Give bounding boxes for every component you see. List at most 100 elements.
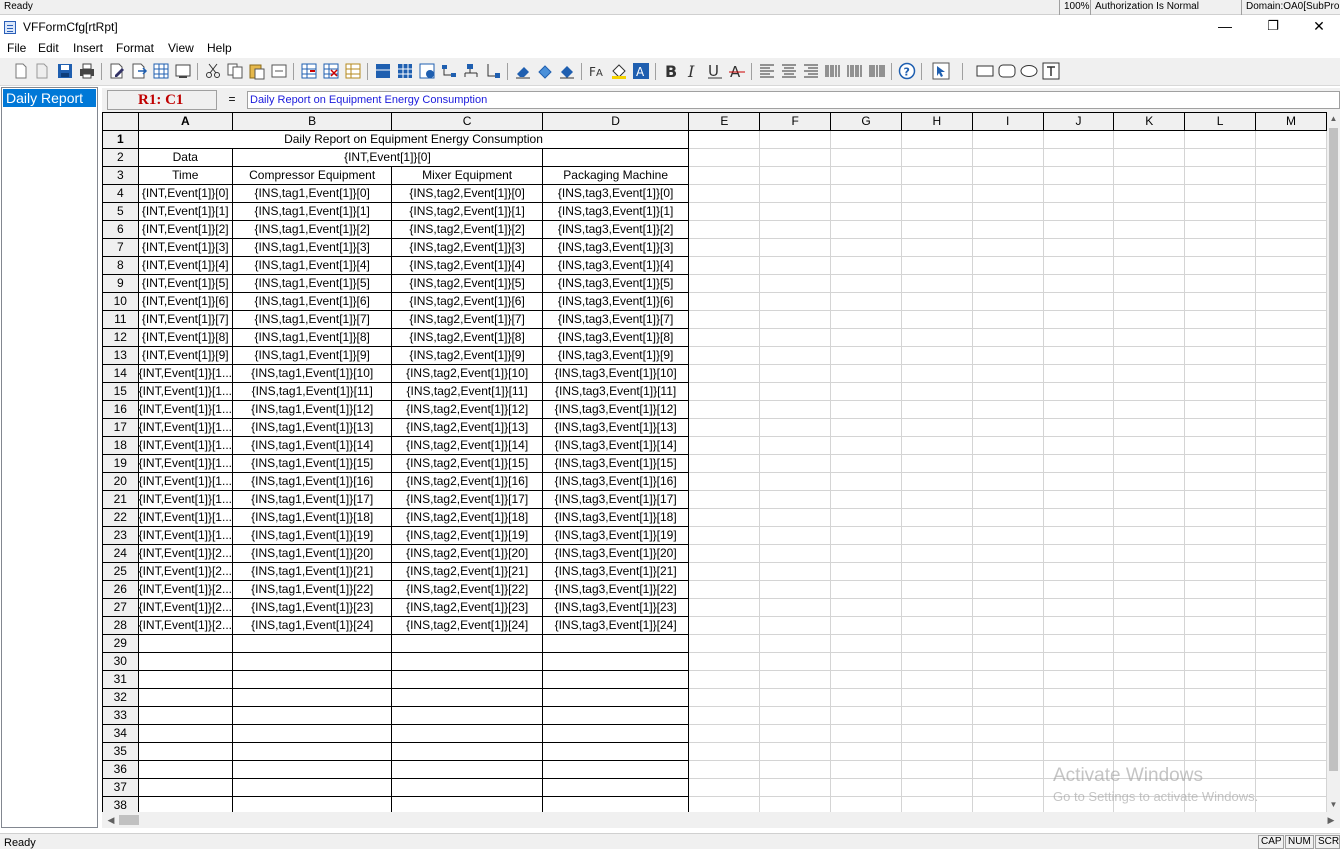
grid-cell[interactable]: [1255, 418, 1327, 437]
grid-cell[interactable]: [900, 508, 973, 527]
grid-cell[interactable]: [231, 652, 393, 671]
insert-row-icon[interactable]: [300, 62, 318, 80]
grid-cell[interactable]: [688, 598, 761, 617]
grid-cell[interactable]: [830, 472, 902, 491]
grid-cell[interactable]: [830, 616, 902, 635]
help-icon[interactable]: ?: [898, 62, 916, 80]
grid-cell[interactable]: {INT,Event[1]}[2...: [137, 580, 233, 599]
grid-cell[interactable]: {INS,tag2,Event[1]}[21]: [391, 562, 543, 581]
menu-insert[interactable]: Insert: [73, 41, 103, 55]
grid-cell[interactable]: [1113, 706, 1186, 725]
grid-cell[interactable]: [1113, 598, 1186, 617]
grid-cell[interactable]: [1113, 382, 1186, 401]
grid-cell[interactable]: [541, 724, 690, 743]
grid-cell[interactable]: [1184, 346, 1257, 365]
grid-cell[interactable]: {INS,tag2,Event[1]}[20]: [391, 544, 543, 563]
grid-cell[interactable]: [391, 760, 543, 779]
tree-icon[interactable]: [440, 62, 458, 80]
grid-cell[interactable]: [1042, 526, 1115, 545]
grid-cell[interactable]: [830, 328, 902, 347]
grid-cell[interactable]: [1113, 670, 1186, 689]
grid-cell[interactable]: [971, 130, 1044, 149]
grid-cell[interactable]: [759, 220, 832, 239]
grid-cell[interactable]: [1042, 634, 1115, 653]
grid-cell[interactable]: [1042, 238, 1115, 257]
grid-cell[interactable]: [541, 652, 690, 671]
grid-cell[interactable]: [971, 472, 1044, 491]
merge-icon[interactable]: [374, 62, 392, 80]
grid-cell[interactable]: {INS,tag1,Event[1]}[7]: [231, 310, 393, 329]
grid-cell[interactable]: {INS,tag3,Event[1]}[2]: [541, 220, 690, 239]
grid-cell[interactable]: [688, 220, 761, 239]
grid-cell[interactable]: [1255, 778, 1327, 797]
grid-cell[interactable]: {INS,tag3,Event[1]}[14]: [541, 436, 690, 455]
grid-cell[interactable]: [1113, 346, 1186, 365]
grid-cell[interactable]: [1184, 724, 1257, 743]
grid-cell[interactable]: {INT,Event[1]}[1]: [137, 202, 233, 221]
grid-cell[interactable]: [1255, 652, 1327, 671]
vertical-scroll-thumb[interactable]: [1329, 128, 1338, 771]
grid-cell[interactable]: {INT,Event[1]}[2...: [137, 598, 233, 617]
grid-cell[interactable]: [688, 202, 761, 221]
grid-cell[interactable]: [688, 454, 761, 473]
grid-cell[interactable]: [231, 742, 393, 761]
grid-cell[interactable]: {INS,tag1,Event[1]}[1]: [231, 202, 393, 221]
grid-cell[interactable]: [688, 724, 761, 743]
row-header[interactable]: 19: [102, 454, 139, 473]
row-header[interactable]: 5: [102, 202, 139, 221]
barcode3-icon[interactable]: [868, 62, 886, 80]
grid-cell[interactable]: [1184, 616, 1257, 635]
grid-cell[interactable]: [971, 436, 1044, 455]
grid-cell[interactable]: {INS,tag2,Event[1]}[18]: [391, 508, 543, 527]
grid-cell[interactable]: {INS,tag2,Event[1]}[14]: [391, 436, 543, 455]
grid-cell[interactable]: {INS,tag1,Event[1]}[17]: [231, 490, 393, 509]
grid-cell[interactable]: [137, 778, 233, 797]
grid-cell[interactable]: [137, 742, 233, 761]
grid-cell[interactable]: [830, 400, 902, 419]
grid-cell[interactable]: [1042, 562, 1115, 581]
grid-cell[interactable]: [759, 562, 832, 581]
grid-cell[interactable]: [1255, 328, 1327, 347]
grid-cell[interactable]: [971, 760, 1044, 779]
grid-cell[interactable]: [900, 130, 973, 149]
restore-button[interactable]: ❐: [1250, 15, 1296, 39]
formula-input[interactable]: Daily Report on Equipment Energy Consump…: [247, 91, 1340, 109]
grid-cell[interactable]: {INS,tag3,Event[1]}[0]: [541, 184, 690, 203]
grid-cell[interactable]: {INS,tag3,Event[1]}[7]: [541, 310, 690, 329]
grid-cell[interactable]: [900, 472, 973, 491]
grid-cell[interactable]: [900, 328, 973, 347]
rectangle-icon[interactable]: [976, 62, 994, 80]
grid-cell[interactable]: [1255, 634, 1327, 653]
grid-cell[interactable]: [688, 616, 761, 635]
column-header-i[interactable]: I: [971, 112, 1044, 131]
grid-cell[interactable]: [1184, 436, 1257, 455]
row-header[interactable]: 17: [102, 418, 139, 437]
grid-cell[interactable]: [1184, 274, 1257, 293]
grid-cell[interactable]: {INS,tag3,Event[1]}[23]: [541, 598, 690, 617]
grid-cell[interactable]: [900, 760, 973, 779]
grid-cell[interactable]: [830, 148, 902, 167]
grid-cell[interactable]: {INS,tag1,Event[1]}[8]: [231, 328, 393, 347]
grid-cell[interactable]: [971, 454, 1044, 473]
grid-cell[interactable]: [830, 202, 902, 221]
grid-cell[interactable]: [1184, 238, 1257, 257]
grid-cell[interactable]: [137, 724, 233, 743]
bold-icon[interactable]: B: [662, 62, 680, 80]
grid-cell[interactable]: [1184, 310, 1257, 329]
grid-cell[interactable]: {INS,tag2,Event[1]}[8]: [391, 328, 543, 347]
grid-cell[interactable]: [900, 382, 973, 401]
grid-cell[interactable]: [971, 274, 1044, 293]
row-header[interactable]: 10: [102, 292, 139, 311]
grid-cell[interactable]: [759, 508, 832, 527]
grid-cell[interactable]: [391, 724, 543, 743]
grid-cell[interactable]: [1255, 382, 1327, 401]
row-header[interactable]: 11: [102, 310, 139, 329]
grid-cell[interactable]: {INT,Event[1]}[4]: [137, 256, 233, 275]
grid-cell[interactable]: [971, 508, 1044, 527]
grid-cell[interactable]: [971, 292, 1044, 311]
horizontal-scroll-thumb[interactable]: [119, 815, 139, 825]
grid-cell[interactable]: [971, 562, 1044, 581]
grid-cell[interactable]: [541, 760, 690, 779]
column-header-k[interactable]: K: [1113, 112, 1186, 131]
align-left-icon[interactable]: [758, 62, 776, 80]
